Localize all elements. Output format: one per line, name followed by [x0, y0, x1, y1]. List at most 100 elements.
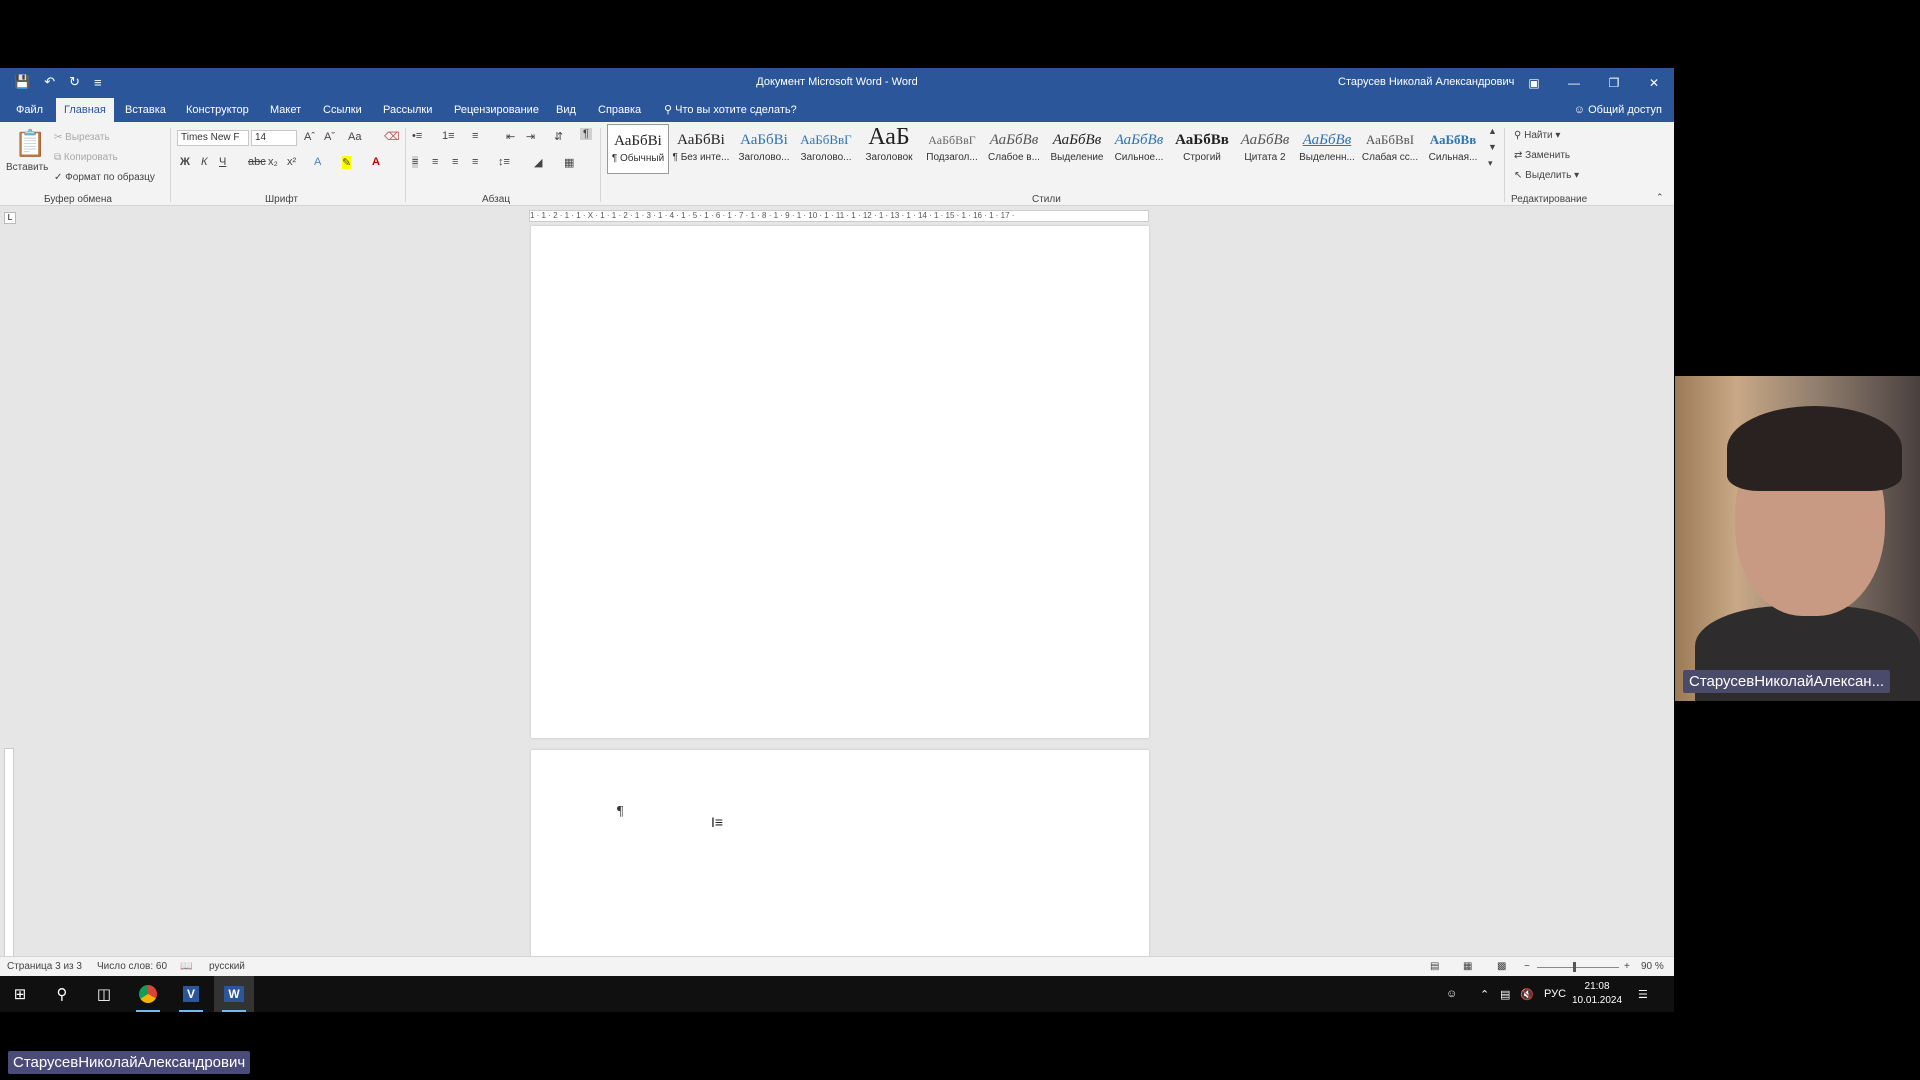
zoom-in-icon[interactable]: +	[1624, 961, 1630, 972]
align-left-icon[interactable]: ≡	[412, 156, 419, 168]
minimize-button[interactable]: —	[1554, 68, 1594, 98]
cut-button[interactable]: ✂ Вырезать	[54, 132, 110, 143]
tab-insert[interactable]: Вставка	[117, 98, 174, 122]
tab-selector[interactable]: L	[4, 212, 16, 224]
align-center-icon[interactable]: ≡	[432, 156, 438, 168]
task-view-icon[interactable]: ◫	[84, 976, 124, 1012]
styles-more-icon[interactable]: ▾	[1488, 158, 1493, 169]
style-heading-1[interactable]: АаБбВі Заголово...	[733, 124, 795, 174]
style-subtitle[interactable]: АаБбВвГ Подзагол...	[921, 124, 983, 174]
tab-help[interactable]: Справка	[590, 98, 649, 122]
collapse-ribbon-icon[interactable]: ⌃	[1656, 192, 1664, 203]
clock[interactable]: 21:08 10.01.2024	[1572, 980, 1622, 1008]
visio-icon[interactable]: V	[171, 976, 211, 1012]
underline-icon[interactable]: Ч	[219, 156, 226, 168]
tab-layout[interactable]: Макет	[262, 98, 309, 122]
bold-icon[interactable]: Ж	[180, 156, 190, 168]
read-mode-icon[interactable]: ▤	[1430, 961, 1439, 972]
show-marks-icon[interactable]: ¶	[580, 128, 592, 140]
style-subtle-reference[interactable]: АаБбВвІ Слабая сс...	[1359, 124, 1421, 174]
style-intense-quote[interactable]: АаБбВв Выделенн...	[1296, 124, 1358, 174]
tell-me-box[interactable]: ⚲ Что вы хотите сделать?	[656, 98, 805, 122]
tab-view[interactable]: Вид	[548, 98, 584, 122]
vertical-ruler[interactable]	[4, 748, 14, 958]
horizontal-ruler[interactable]: 1 · 1 · 2 · 1 · 1 · X · 1 · 1 · 2 · 1 · …	[529, 210, 1149, 222]
sort-icon[interactable]: ⇵	[554, 130, 563, 143]
copy-button[interactable]: ⧉ Копировать	[54, 152, 118, 163]
web-layout-icon[interactable]: ▩	[1497, 961, 1506, 972]
style-emphasis[interactable]: АаБбВв Выделение	[1046, 124, 1108, 174]
change-case-button[interactable]: Aa	[348, 131, 361, 143]
word-count[interactable]: Число слов: 60	[97, 961, 167, 972]
strikethrough-icon[interactable]: abc	[248, 156, 266, 168]
decrease-indent-icon[interactable]: ⇤	[506, 130, 515, 143]
line-spacing-icon[interactable]: ↕≡	[498, 156, 510, 168]
grow-font-icon[interactable]: Aˆ	[304, 131, 315, 143]
styles-scroll-up-icon[interactable]: ▲	[1488, 126, 1497, 136]
style-strong[interactable]: АаБбВв Строгий	[1171, 124, 1233, 174]
shrink-font-icon[interactable]: Aˇ	[324, 131, 335, 143]
paste-icon[interactable]: 📋	[14, 128, 46, 159]
close-button[interactable]: ✕	[1634, 68, 1674, 98]
select-button[interactable]: ↖ Выделить ▾	[1514, 170, 1579, 181]
style-heading-2[interactable]: АаБбВвГ Заголово...	[795, 124, 857, 174]
font-size-box[interactable]: 14	[251, 130, 297, 146]
word-taskbar-icon[interactable]: W	[214, 976, 254, 1012]
font-name-box[interactable]: Times New F	[177, 130, 249, 146]
language-indicator[interactable]: русский	[209, 961, 245, 972]
show-hidden-icons-icon[interactable]: ⌃	[1480, 976, 1489, 1012]
replace-button[interactable]: ⇄ Заменить	[1514, 150, 1570, 161]
subscript-icon[interactable]: x₂	[268, 156, 278, 168]
clear-formatting-icon[interactable]: ⌫	[384, 130, 400, 143]
styles-scroll-down-icon[interactable]: ▼	[1488, 142, 1497, 152]
page-indicator[interactable]: Страница 3 из 3	[7, 961, 82, 972]
share-button[interactable]: ☺ Общий доступ	[1574, 98, 1662, 122]
tab-design[interactable]: Конструктор	[178, 98, 257, 122]
style-normal[interactable]: АаБбВі ¶ Обычный	[607, 124, 669, 174]
search-icon[interactable]: ⚲	[42, 976, 82, 1012]
zoom-level[interactable]: 90 %	[1641, 961, 1664, 972]
format-painter-button[interactable]: ✓ Формат по образцу	[54, 172, 155, 183]
style-intense-reference[interactable]: АаБбВв Сильная...	[1422, 124, 1484, 174]
start-windows-icon[interactable]: ⊞	[0, 976, 40, 1012]
superscript-icon[interactable]: x²	[287, 156, 296, 168]
multilevel-list-icon[interactable]: ≡	[472, 130, 478, 142]
bullets-icon[interactable]: •≡	[412, 130, 422, 142]
style-intense-emphasis[interactable]: АаБбВв Сильное...	[1108, 124, 1170, 174]
highlight-icon[interactable]: ✎	[342, 156, 352, 169]
style-quote[interactable]: АаБбВв Цитата 2	[1234, 124, 1296, 174]
numbering-icon[interactable]: 1≡	[442, 130, 455, 142]
style-title[interactable]: АаБ Заголовок	[858, 124, 920, 174]
borders-icon[interactable]: ▦	[564, 156, 574, 169]
tab-file[interactable]: Файл	[8, 98, 51, 122]
increase-indent-icon[interactable]: ⇥	[526, 130, 535, 143]
font-color-icon[interactable]: A	[372, 156, 380, 168]
tab-mailings[interactable]: Рассылки	[375, 98, 440, 122]
find-button[interactable]: ⚲ Найти ▾	[1514, 130, 1560, 141]
volume-muted-icon[interactable]: 🔇	[1520, 976, 1534, 1012]
document-page[interactable]: ¶ I≡	[531, 750, 1149, 960]
align-right-icon[interactable]: ≡	[452, 156, 458, 168]
shading-icon[interactable]: ◢	[534, 156, 542, 169]
italic-icon[interactable]: К	[201, 156, 207, 168]
network-icon[interactable]: ▤	[1500, 976, 1510, 1012]
style-no-spacing[interactable]: АаБбВі ¶ Без инте...	[670, 124, 732, 174]
text-effects-icon[interactable]: A	[314, 156, 321, 168]
document-page[interactable]	[531, 226, 1149, 738]
proofing-icon[interactable]: 📖	[180, 961, 192, 972]
zoom-slider-thumb[interactable]	[1573, 962, 1576, 972]
zoom-slider[interactable]	[1537, 967, 1619, 968]
tab-review[interactable]: Рецензирование	[446, 98, 547, 122]
justify-icon[interactable]: ≡	[472, 156, 478, 168]
people-icon[interactable]: ☺	[1446, 976, 1457, 1012]
ribbon-display-options-icon[interactable]: ▣	[1514, 68, 1554, 98]
zoom-out-icon[interactable]: −	[1524, 961, 1530, 972]
notifications-icon[interactable]: ☰	[1638, 976, 1648, 1012]
print-layout-icon[interactable]: ▦	[1463, 961, 1472, 972]
paste-button[interactable]: Вставить	[6, 162, 48, 173]
chrome-icon[interactable]	[128, 976, 168, 1012]
restore-button[interactable]: ❐	[1594, 68, 1634, 98]
tab-home[interactable]: Главная	[56, 98, 114, 122]
style-subtle-emphasis[interactable]: АаБбВв Слабое в...	[983, 124, 1045, 174]
account-name[interactable]: Старусев Николай Александрович	[1338, 76, 1514, 88]
